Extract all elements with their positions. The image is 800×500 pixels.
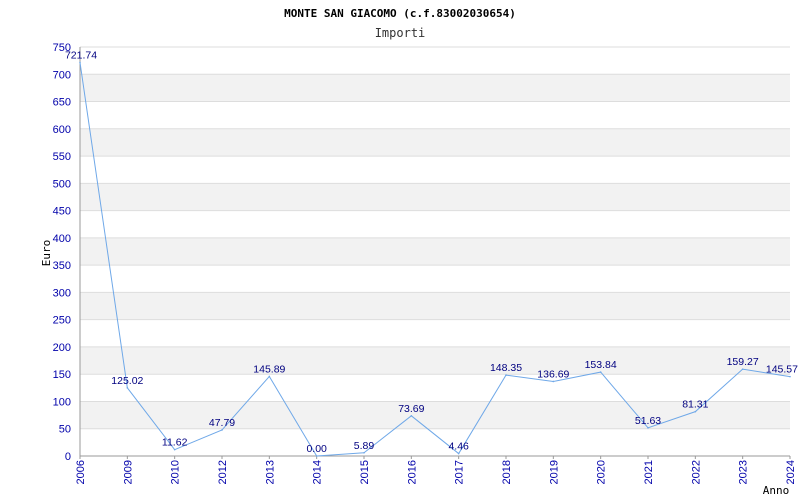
y-tick-labels: 0 50 100 150 200 250 300 350 400 450 500 550 600 650 7…: [53, 42, 71, 463]
x-tick-label: 2009: [122, 460, 134, 484]
data-point: [173, 448, 176, 451]
x-tick-label: 2019: [548, 460, 560, 484]
data-point: [694, 410, 697, 413]
data-label: 73.69: [398, 403, 424, 415]
data-point: [126, 387, 129, 389]
data-point: [552, 380, 555, 383]
data-point: [79, 61, 81, 64]
data-point: [741, 368, 744, 370]
data-label: 136.69: [537, 368, 569, 380]
y-tick-label: 200: [53, 342, 71, 354]
x-tick-label: 2018: [501, 460, 513, 484]
y-axis-label: Euro: [40, 240, 53, 267]
y-tick-label: 500: [53, 178, 71, 190]
x-tick-labels: 2006 2009 2010 2012 2013 2014 2015 2016 2017 2018…: [75, 456, 797, 484]
background-bands: [80, 74, 790, 429]
data-point: [457, 452, 460, 455]
data-label: 51.63: [635, 415, 661, 427]
grid-band: [80, 346, 790, 375]
data-label: 47.79: [209, 417, 235, 429]
y-tick-label: 700: [53, 69, 71, 81]
grid-band: [80, 128, 790, 157]
data-label: 153.84: [585, 359, 617, 371]
y-tick-label: 350: [53, 260, 71, 272]
data-point: [315, 455, 318, 457]
grid-band: [80, 237, 790, 266]
data-label: 721.74: [65, 49, 97, 61]
y-tick-label: 300: [53, 287, 71, 299]
x-tick-label: 2013: [264, 460, 276, 484]
data-label: 81.31: [682, 399, 708, 411]
y-tick-label: 550: [53, 151, 71, 163]
y-tick-label: 600: [53, 124, 71, 136]
grid-band: [80, 292, 790, 320]
chart-subtitle: Importi: [375, 26, 426, 40]
data-label: 145.89: [253, 363, 285, 375]
data-label: 125.02: [111, 375, 143, 387]
data-label: 145.57: [766, 364, 798, 376]
y-tick-label: 0: [65, 451, 71, 463]
x-tick-label: 2017: [454, 460, 466, 484]
x-tick-label: 2015: [359, 460, 371, 484]
x-tick-label: 2021: [643, 460, 655, 484]
y-tick-label: 100: [53, 396, 71, 408]
data-point: [221, 429, 223, 431]
data-point: [789, 375, 791, 378]
data-point: [647, 427, 649, 429]
data-point: [410, 415, 413, 417]
grid-band: [80, 74, 790, 102]
data-point: [268, 375, 271, 378]
x-tick-label: 2006: [75, 460, 87, 484]
x-tick-label: 2024: [785, 460, 797, 484]
data-label: 0.00: [306, 443, 327, 455]
y-tick-label: 150: [53, 369, 71, 381]
y-tick-label: 400: [53, 233, 71, 245]
grid-band: [80, 183, 790, 211]
x-axis-label: Anno: [763, 484, 790, 497]
chart-title: MONTE SAN GIACOMO (c.f.83002030654): [284, 7, 516, 20]
y-tick-label: 250: [53, 315, 71, 327]
x-tick-label: 2010: [170, 460, 182, 484]
y-tick-label: 650: [53, 97, 71, 109]
data-point: [505, 374, 507, 376]
data-label: 11.62: [162, 437, 188, 449]
data-label: 4.46: [448, 441, 469, 453]
x-tick-label: 2020: [596, 460, 608, 484]
x-tick-label: 2014: [312, 460, 324, 484]
y-tick-label: 50: [59, 424, 71, 436]
data-label: 148.35: [490, 362, 522, 374]
x-tick-label: 2022: [690, 460, 702, 484]
x-tick-label: 2016: [406, 460, 418, 484]
data-point: [599, 371, 602, 373]
data-label: 5.89: [354, 440, 375, 452]
data-point: [363, 451, 365, 454]
x-tick-label: 2012: [217, 460, 229, 484]
data-label: 159.27: [727, 356, 759, 368]
y-tick-label: 450: [53, 206, 71, 218]
x-tick-label: 2023: [738, 460, 750, 484]
line-chart: 0 50 100 150 200 250 300 350 400 450 500 550 600 650 7…: [40, 7, 798, 497]
